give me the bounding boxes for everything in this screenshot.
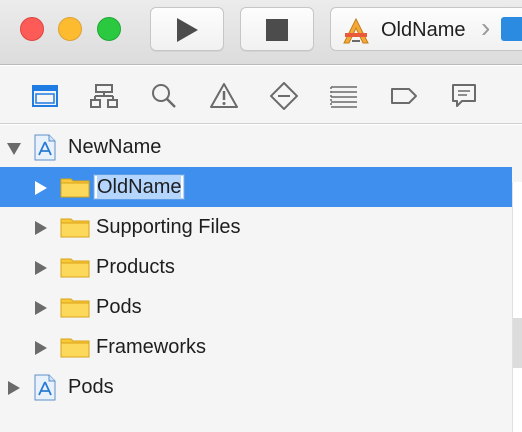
tree-item-label: NewName bbox=[68, 136, 162, 158]
tree-item-label: Supporting Files bbox=[96, 216, 241, 238]
navigator-selector-bar bbox=[0, 66, 522, 124]
tree-row-project[interactable]: NewName bbox=[0, 127, 512, 167]
hierarchy-icon[interactable] bbox=[90, 82, 118, 110]
chevron-right-icon: › bbox=[481, 12, 491, 43]
scheme-selector[interactable]: OldName › bbox=[330, 7, 522, 51]
project-navigator-tree: NewName OldName Supporting Files Product… bbox=[0, 125, 522, 432]
tree-row-folder[interactable]: Frameworks bbox=[0, 327, 512, 367]
destination-device-icon[interactable] bbox=[501, 17, 522, 41]
app-target-icon bbox=[343, 17, 369, 44]
folder-icon bbox=[60, 298, 90, 318]
warning-icon[interactable] bbox=[210, 82, 238, 110]
disclosure-collapsed-icon[interactable] bbox=[35, 221, 47, 235]
rename-field[interactable]: OldName bbox=[93, 174, 186, 200]
disclosure-expanded-icon[interactable] bbox=[7, 143, 21, 155]
disclosure-collapsed-icon[interactable] bbox=[35, 261, 47, 275]
tree-row-folder-selected[interactable]: OldName bbox=[0, 167, 512, 207]
xcode-project-icon bbox=[34, 374, 56, 401]
folder-icon bbox=[60, 178, 90, 198]
close-window-button[interactable] bbox=[20, 17, 44, 41]
stop-button[interactable] bbox=[240, 7, 314, 51]
tree-item-label: Frameworks bbox=[96, 336, 207, 358]
folder-icon bbox=[60, 258, 90, 278]
disclosure-collapsed-icon[interactable] bbox=[35, 341, 47, 355]
tree-row-folder[interactable]: Products bbox=[0, 247, 512, 287]
scheme-name: OldName bbox=[381, 19, 466, 41]
diamond-minus-icon[interactable] bbox=[270, 82, 298, 110]
tree-item-label: Pods bbox=[68, 376, 114, 398]
tree-item-label: Pods bbox=[96, 296, 142, 318]
folder-icon bbox=[60, 218, 90, 238]
play-icon bbox=[177, 18, 198, 42]
window-toolbar: OldName › bbox=[0, 0, 522, 65]
tag-icon[interactable] bbox=[390, 82, 418, 110]
list-icon[interactable] bbox=[330, 82, 358, 110]
xcode-project-icon bbox=[34, 134, 56, 161]
disclosure-collapsed-icon[interactable] bbox=[35, 301, 47, 315]
speech-bubble-icon[interactable] bbox=[450, 82, 478, 110]
editor-edge-shade bbox=[513, 318, 522, 368]
tree-row-folder[interactable]: Pods bbox=[0, 287, 512, 327]
rename-field-text: OldName bbox=[97, 176, 182, 198]
editor-edge bbox=[512, 182, 522, 432]
tree-row-project[interactable]: Pods bbox=[0, 367, 512, 407]
zoom-window-button[interactable] bbox=[97, 17, 121, 41]
minimize-window-button[interactable] bbox=[58, 17, 82, 41]
search-icon[interactable] bbox=[150, 82, 178, 110]
tree-row-folder[interactable]: Supporting Files bbox=[0, 207, 512, 247]
folder-icon[interactable] bbox=[31, 82, 59, 110]
disclosure-collapsed-icon[interactable] bbox=[8, 381, 20, 395]
tree-item-label: Products bbox=[96, 256, 175, 278]
run-button[interactable] bbox=[150, 7, 224, 51]
stop-icon bbox=[266, 19, 288, 41]
folder-icon bbox=[60, 338, 90, 358]
disclosure-collapsed-icon[interactable] bbox=[35, 181, 47, 195]
